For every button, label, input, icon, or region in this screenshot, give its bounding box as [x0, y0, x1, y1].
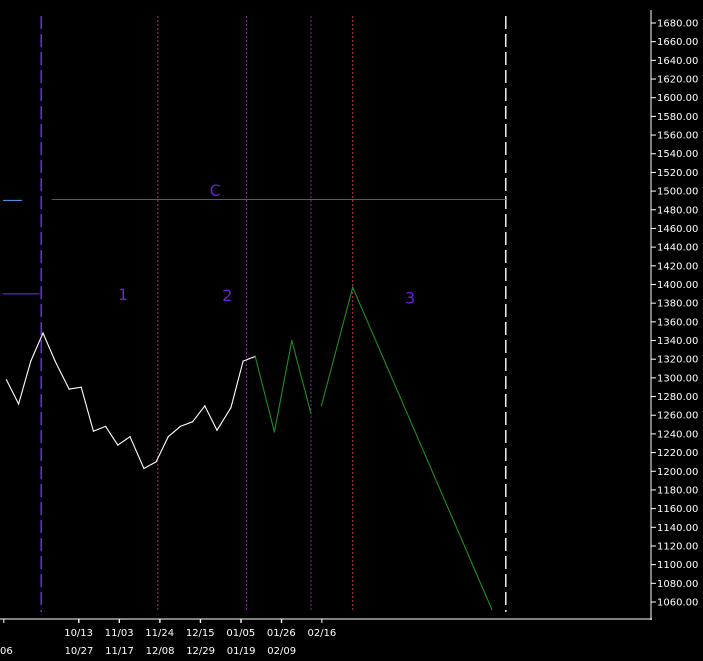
series-1-point-8 [92, 430, 95, 432]
y-tick-label-21: 1280.00 [657, 392, 698, 403]
y-tick-label-7: 1560.00 [657, 131, 698, 142]
y-tick-label-15: 1400.00 [657, 280, 698, 291]
y-tick-label-29: 1120.00 [657, 541, 698, 552]
y-tick-label-4: 1620.00 [657, 75, 698, 86]
y-tick-label-22: 1260.00 [657, 411, 698, 422]
series-1-point-15 [179, 425, 182, 428]
series-1-point-19 [230, 407, 232, 409]
y-tick-label-26: 1180.00 [657, 485, 698, 496]
x-tick-label-2-6: 01/19 [227, 646, 256, 657]
x-tick-label-2-4: 12/08 [146, 646, 175, 657]
wave-label-3: 2 [222, 286, 232, 305]
y-tick-label-11: 1480.00 [657, 205, 698, 216]
series-1-point-3 [30, 360, 32, 362]
series-1-point-16 [192, 421, 194, 423]
wave-label-1: C [210, 181, 221, 200]
series-2-point-4 [310, 412, 312, 414]
series-2-point-3 [291, 339, 293, 342]
series-1-point-7 [80, 386, 82, 388]
y-tick-label-8: 1540.00 [657, 149, 698, 160]
y-tick-label-18: 1340.00 [657, 336, 698, 347]
y-tick-label-3: 1640.00 [657, 56, 698, 67]
x-tick-label-1-2: 11/03 [105, 628, 134, 639]
x-tick-label-1-6: 01/26 [267, 628, 296, 639]
wave-label-4: 3 [405, 289, 415, 308]
y-tick-label-25: 1200.00 [657, 467, 698, 478]
y-tick-label-27: 1160.00 [657, 504, 698, 515]
x-tick-label-2-5: 12/29 [186, 646, 215, 657]
x-tick-label-1-3: 11/24 [145, 628, 174, 639]
series-1-point-14 [167, 436, 169, 438]
x-tick-label-2-3: 11/17 [105, 646, 134, 657]
y-tick-label-28: 1140.00 [657, 523, 698, 534]
series-1-point-5 [54, 360, 56, 362]
x-tick-label-1-7: 02/16 [307, 628, 336, 639]
y-tick-label-14: 1420.00 [657, 261, 698, 272]
x-tick-label-1-1: 10/13 [64, 628, 93, 639]
y-tick-label-1: 1680.00 [657, 19, 698, 30]
y-tick-label-16: 1380.00 [657, 299, 698, 310]
y-tick-label-9: 1520.00 [657, 168, 698, 179]
series-3-point-1 [320, 405, 322, 407]
y-tick-label-19: 1320.00 [657, 355, 698, 366]
x-tick-label-2-7: 02/09 [267, 646, 296, 657]
y-tick-label-24: 1220.00 [657, 448, 698, 459]
x-tick-label-2-1: 06 [0, 646, 13, 657]
wave-label-2: 1 [118, 285, 128, 304]
series-1-point-13 [155, 461, 157, 463]
series-2-point-1 [254, 355, 256, 357]
x-tick-label-1-5: 01/05 [226, 628, 255, 639]
series-1-point-1 [5, 379, 8, 381]
series-3-point-3 [491, 608, 493, 611]
chart-background [0, 0, 703, 661]
y-tick-label-13: 1440.00 [657, 243, 698, 254]
y-tick-label-12: 1460.00 [657, 224, 698, 235]
y-tick-label-20: 1300.00 [657, 373, 698, 384]
x-tick-label-2-2: 10/27 [65, 646, 94, 657]
series-1-point-2 [18, 403, 20, 405]
y-tick-label-32: 1060.00 [657, 598, 698, 609]
series-1-point-11 [129, 436, 131, 438]
y-tick-label-6: 1580.00 [657, 112, 698, 123]
series-2-point-2 [273, 431, 275, 433]
series-3-point-2 [352, 286, 354, 288]
series-1-point-4 [42, 332, 44, 334]
series-1-point-10 [117, 444, 119, 446]
y-tick-label-10: 1500.00 [657, 187, 698, 198]
series-1-point-6 [68, 388, 70, 390]
y-tick-label-31: 1080.00 [657, 579, 698, 590]
x-tick-label-1-4: 12/15 [186, 628, 215, 639]
y-tick-label-2: 1660.00 [657, 37, 698, 48]
series-1-point-17 [204, 405, 206, 407]
series-1-point-12 [143, 467, 145, 470]
series-1-point-9 [105, 425, 107, 428]
series-1-point-20 [242, 360, 244, 362]
series-1-point-18 [216, 429, 218, 431]
y-tick-label-23: 1240.00 [657, 429, 698, 440]
y-tick-label-30: 1100.00 [657, 560, 698, 571]
y-tick-label-5: 1600.00 [657, 93, 698, 104]
price-chart: C 1 2 3 1680.00 1660.00 1640.00 1620.00 1600.00… [0, 0, 703, 661]
y-tick-label-17: 1360.00 [657, 317, 698, 328]
